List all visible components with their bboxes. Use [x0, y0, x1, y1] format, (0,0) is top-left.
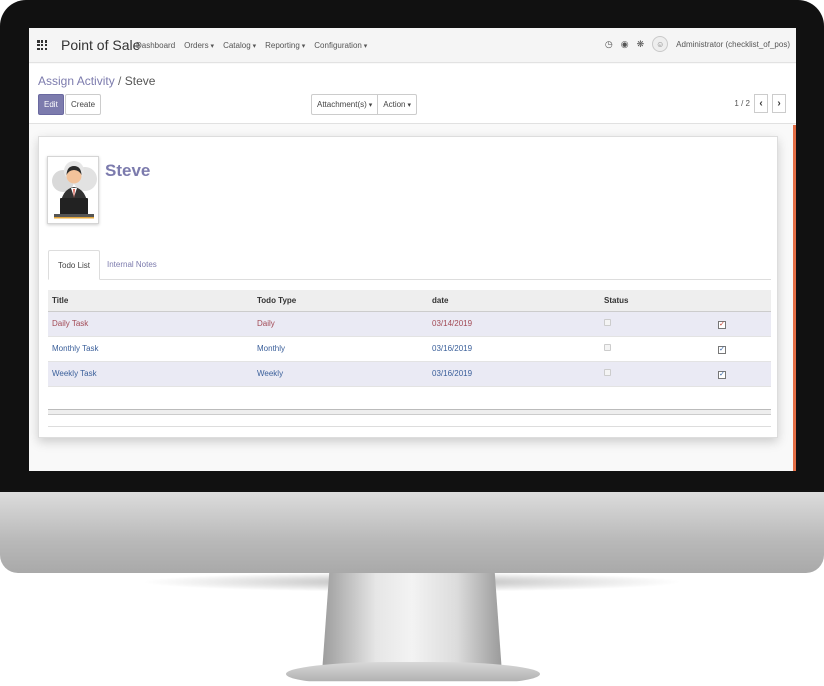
- cell-status: [600, 361, 714, 387]
- column-header-status[interactable]: Status: [600, 290, 714, 312]
- record-title: Steve: [105, 161, 151, 180]
- menu-item-configuration[interactable]: Configuration: [314, 41, 367, 50]
- cell-status: [600, 311, 714, 337]
- pager-previous-button[interactable]: ‹: [754, 94, 768, 113]
- apps-menu-icon[interactable]: [37, 40, 48, 51]
- cell-title[interactable]: Weekly Task: [48, 361, 253, 387]
- sidebar-actions: Attachment(s) Action: [311, 94, 417, 115]
- menu-item-dashboard[interactable]: Dashboard: [136, 41, 175, 50]
- discuss-chat-icon[interactable]: ◉: [621, 39, 629, 50]
- cell-todo-type[interactable]: Monthly: [253, 336, 428, 362]
- column-header-date[interactable]: date: [428, 290, 600, 312]
- activity-clock-icon[interactable]: ◷: [605, 39, 613, 50]
- breadcrumb: Assign Activity / Steve: [38, 74, 155, 88]
- table-header-row: Title Todo Type date Status: [48, 290, 771, 312]
- systray: ◷ ◉ ❋ ☺ Administrator (checklist_of_pos): [605, 36, 790, 52]
- scrollbar-accent: [793, 125, 796, 471]
- main-menu: Dashboard Orders Catalog Reporting Confi…: [136, 41, 367, 50]
- pager: 1 / 2 ‹ ›: [734, 94, 786, 113]
- breadcrumb-current: Steve: [124, 74, 156, 88]
- divider: [48, 426, 771, 427]
- create-button[interactable]: Create: [65, 94, 102, 115]
- top-navbar: Point of Sale Dashboard Orders Catalog R…: [29, 28, 796, 63]
- cell-date[interactable]: 03/14/2019: [428, 311, 600, 337]
- done-checkbox-icon[interactable]: ✓: [718, 345, 726, 354]
- table-row[interactable]: Weekly Task Weekly 03/16/2019 ✓: [48, 361, 771, 387]
- user-avatar[interactable]: ☺: [652, 36, 669, 52]
- notebook-tabs: Todo List Internal Notes: [48, 250, 771, 280]
- table-footer: [48, 409, 771, 415]
- bug-debug-icon[interactable]: ❋: [637, 39, 645, 50]
- cell-date[interactable]: 03/16/2019: [428, 361, 600, 387]
- screen: Point of Sale Dashboard Orders Catalog R…: [29, 28, 796, 471]
- column-header-todo-type[interactable]: Todo Type: [253, 290, 428, 312]
- cell-title[interactable]: Daily Task: [48, 311, 253, 337]
- menu-item-catalog[interactable]: Catalog: [223, 41, 256, 50]
- tab-todo-list[interactable]: Todo List: [48, 250, 101, 280]
- cell-title[interactable]: Monthly Task: [48, 336, 253, 362]
- done-checkbox-icon[interactable]: ✓: [718, 320, 726, 329]
- pager-next-button[interactable]: ›: [772, 94, 786, 113]
- todo-table: Title Todo Type date Status Daily Task D…: [48, 290, 771, 387]
- done-checkbox-icon[interactable]: ✓: [718, 370, 726, 379]
- table-row[interactable]: Daily Task Daily 03/14/2019 ✓: [48, 311, 771, 337]
- person-at-laptop-icon: [52, 161, 97, 219]
- cell-todo-type[interactable]: Daily: [253, 311, 428, 337]
- breadcrumb-separator: /: [118, 74, 122, 88]
- control-panel: Assign Activity / Steve Edit Create Atta…: [29, 64, 796, 124]
- menu-item-reporting[interactable]: Reporting: [265, 41, 305, 50]
- monitor-chin: [0, 492, 824, 573]
- cell-status: [600, 336, 714, 362]
- cell-date[interactable]: 03/16/2019: [428, 336, 600, 362]
- cell-done: ✓: [714, 311, 771, 337]
- app-title[interactable]: Point of Sale: [61, 37, 140, 53]
- pager-value[interactable]: 1 / 2: [734, 99, 750, 108]
- edit-button[interactable]: Edit: [38, 94, 64, 115]
- menu-item-orders[interactable]: Orders: [184, 41, 214, 50]
- tab-internal-notes[interactable]: Internal Notes: [98, 250, 166, 280]
- cell-done: ✓: [714, 336, 771, 362]
- breadcrumb-parent[interactable]: Assign Activity: [38, 74, 115, 88]
- status-checkbox[interactable]: [604, 344, 611, 351]
- monitor-stand-base: [286, 662, 540, 682]
- status-checkbox[interactable]: [604, 369, 611, 376]
- column-header-done: [714, 290, 771, 312]
- action-dropdown[interactable]: Action: [377, 95, 416, 114]
- cell-todo-type[interactable]: Weekly: [253, 361, 428, 387]
- form-view: Steve Todo List Internal Notes Title Tod…: [29, 125, 796, 471]
- user-menu[interactable]: Administrator (checklist_of_pos): [676, 40, 790, 49]
- record-avatar-image[interactable]: [47, 156, 99, 224]
- monitor-stand-neck: [322, 573, 502, 673]
- column-header-title[interactable]: Title: [48, 290, 253, 312]
- table-row[interactable]: Monthly Task Monthly 03/16/2019 ✓: [48, 336, 771, 362]
- status-checkbox[interactable]: [604, 319, 611, 326]
- attachments-dropdown[interactable]: Attachment(s): [312, 95, 377, 114]
- cell-done: ✓: [714, 361, 771, 387]
- form-sheet: Steve Todo List Internal Notes Title Tod…: [38, 136, 778, 438]
